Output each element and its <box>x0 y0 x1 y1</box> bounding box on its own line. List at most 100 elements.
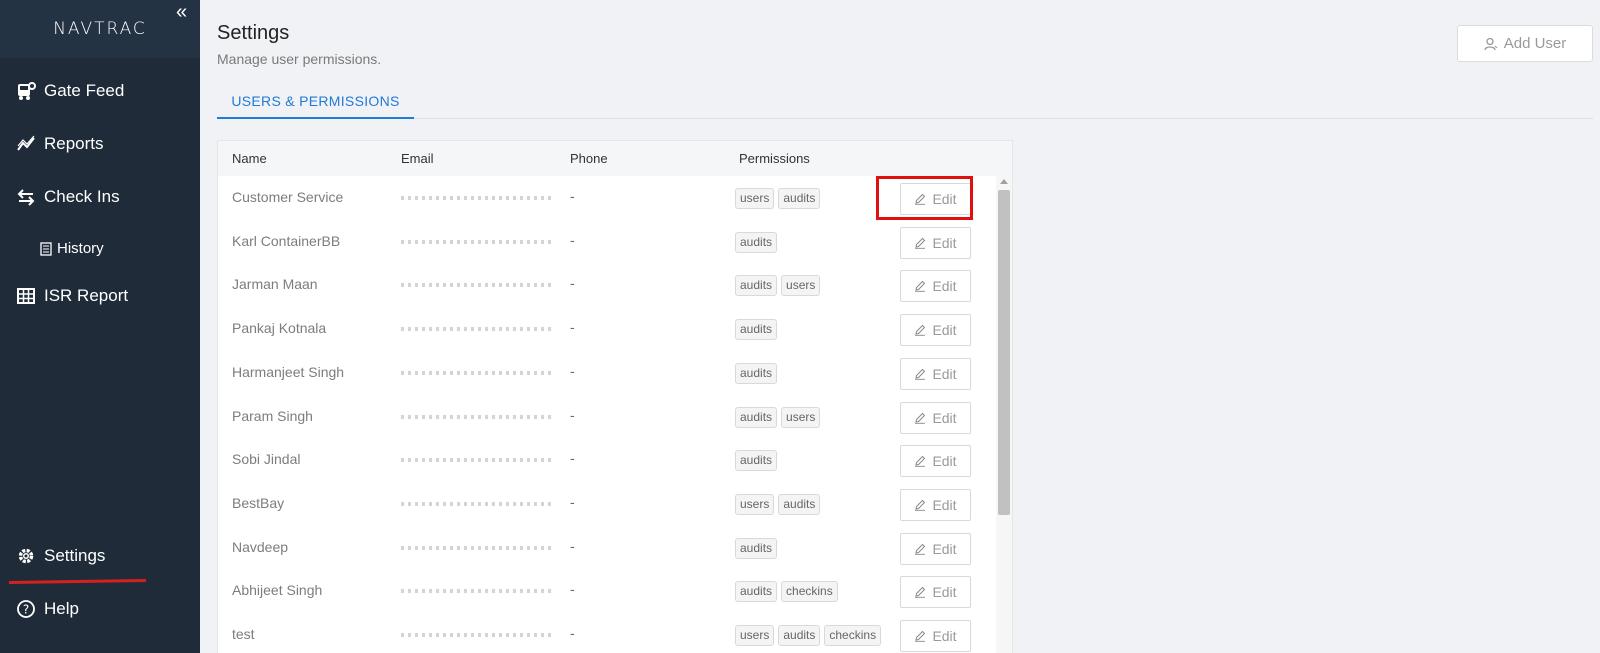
edit-label: Edit <box>932 409 957 426</box>
user-email-redacted <box>401 327 551 332</box>
edit-button[interactable]: Edit <box>900 620 971 652</box>
sidebar-item-gate-feed[interactable]: Gate Feed <box>16 81 124 101</box>
edit-label: Edit <box>932 584 957 601</box>
user-name: test <box>232 626 255 642</box>
pencil-icon <box>915 324 926 336</box>
user-email-redacted <box>401 196 551 200</box>
user-phone: - <box>570 450 575 467</box>
permission-tag: audits <box>735 362 778 384</box>
user-email-redacted <box>401 370 551 375</box>
permissions-list: audits checkins <box>735 581 838 603</box>
edit-label: Edit <box>932 365 957 382</box>
user-name: BestBay <box>232 494 285 511</box>
table-row: Navdeep - audits Edit <box>218 526 998 570</box>
permissions-list: audits users <box>735 406 821 428</box>
edit-highlight-annotation <box>876 176 973 220</box>
permissions-list: users audits <box>735 493 821 515</box>
table-row: Harmanjeet Singh - audits Edit <box>218 351 998 395</box>
permission-tag: audits <box>778 493 821 515</box>
collapse-sidebar-icon[interactable]: « <box>176 2 187 22</box>
tab-users-permissions[interactable]: USERS & PERMISSIONS <box>217 86 414 119</box>
user-name: Customer Service <box>232 189 344 205</box>
scroll-thumb[interactable] <box>998 190 1010 515</box>
permissions-list: audits users <box>735 275 821 297</box>
user-email-redacted <box>401 545 551 550</box>
sidebar-item-check-ins[interactable]: Check Ins <box>16 187 120 207</box>
permission-tag: audits <box>778 625 821 646</box>
chart-line-icon <box>17 135 35 151</box>
sidebar: NAVTRAC « Gate Feed Reports Check Ins Hi… <box>0 0 200 653</box>
user-phone: - <box>570 275 575 292</box>
table-header: Name Email Phone Permissions <box>218 141 1012 176</box>
permission-tag: checkins <box>781 581 838 603</box>
bus-icon <box>18 82 36 100</box>
permissions-list: users audits <box>735 188 821 209</box>
edit-button[interactable]: Edit <box>900 401 971 434</box>
permissions-list: users audits checkins <box>735 625 882 646</box>
permission-tag: users <box>781 275 821 297</box>
user-name: Param Singh <box>232 407 313 424</box>
permission-tag: checkins <box>824 625 882 646</box>
page-title: Settings <box>217 22 290 44</box>
sidebar-item-label: Settings <box>44 546 106 565</box>
permission-tag: audits <box>735 537 778 559</box>
document-icon <box>40 241 52 256</box>
sidebar-item-help[interactable]: ? Help <box>16 599 79 619</box>
tab-bar: USERS & PERMISSIONS <box>217 86 1593 119</box>
sidebar-item-label: Reports <box>44 134 104 153</box>
edit-label: Edit <box>932 322 957 339</box>
edit-label: Edit <box>932 628 957 644</box>
edit-button[interactable]: Edit <box>900 488 971 521</box>
permission-tag: users <box>781 406 821 428</box>
permission-tag: audits <box>735 581 778 603</box>
edit-button[interactable]: Edit <box>900 357 971 390</box>
edit-button[interactable]: Edit <box>900 226 971 259</box>
user-phone: - <box>570 362 575 379</box>
sidebar-item-label: ISR Report <box>44 286 129 305</box>
user-email-redacted <box>401 414 551 419</box>
pencil-icon <box>915 499 926 511</box>
edit-label: Edit <box>932 540 957 557</box>
add-user-button[interactable]: Add User <box>1457 25 1593 62</box>
edit-button[interactable]: Edit <box>900 532 971 565</box>
sidebar-item-settings[interactable]: Settings <box>16 546 105 566</box>
edit-label: Edit <box>932 278 957 295</box>
table-row: Pankaj Kotnala - audits Edit <box>218 307 998 351</box>
permission-tag: audits <box>735 275 778 297</box>
table-row: Jarman Maan - audits users Edit <box>218 263 998 307</box>
user-email-redacted <box>401 283 551 288</box>
permissions-list: audits <box>735 319 778 341</box>
user-name: Navdeep <box>232 538 289 555</box>
sidebar-item-reports[interactable]: Reports <box>16 134 104 154</box>
permissions-list: audits <box>735 231 778 253</box>
permission-tag: audits <box>735 450 778 472</box>
sidebar-item-label: Help <box>44 599 79 618</box>
user-name: Jarman Maan <box>232 276 318 293</box>
add-user-label: Add User <box>1503 35 1567 52</box>
swap-icon <box>17 189 35 206</box>
column-header-phone: Phone <box>570 151 608 166</box>
user-name: Harmanjeet Singh <box>232 363 345 380</box>
user-phone: - <box>570 188 575 204</box>
edit-button[interactable]: Edit <box>900 445 971 478</box>
edit-label: Edit <box>932 453 957 470</box>
svg-text:?: ? <box>23 603 29 617</box>
edit-button[interactable]: Edit <box>900 576 971 609</box>
table-row: Param Singh - audits users Edit <box>218 395 998 439</box>
edit-button[interactable]: Edit <box>900 314 971 347</box>
sidebar-item-label: Check Ins <box>44 187 120 206</box>
sidebar-item-history[interactable]: History <box>40 240 104 257</box>
table-scrollbar[interactable] <box>996 176 1012 653</box>
pencil-icon <box>915 281 926 293</box>
column-header-email: Email <box>401 151 434 166</box>
brand-logo: NAVTRAC <box>0 0 200 58</box>
scroll-up-arrow-icon[interactable] <box>1000 179 1008 184</box>
permission-tag: audits <box>735 319 778 341</box>
table-row: Karl ContainerBB - audits Edit <box>218 220 998 264</box>
user-phone: - <box>570 319 575 336</box>
user-phone: - <box>570 581 575 598</box>
edit-button[interactable]: Edit <box>900 270 971 303</box>
sidebar-item-isr-report[interactable]: ISR Report <box>16 286 128 306</box>
sidebar-item-label: Gate Feed <box>44 81 125 100</box>
edit-label: Edit <box>932 496 957 513</box>
